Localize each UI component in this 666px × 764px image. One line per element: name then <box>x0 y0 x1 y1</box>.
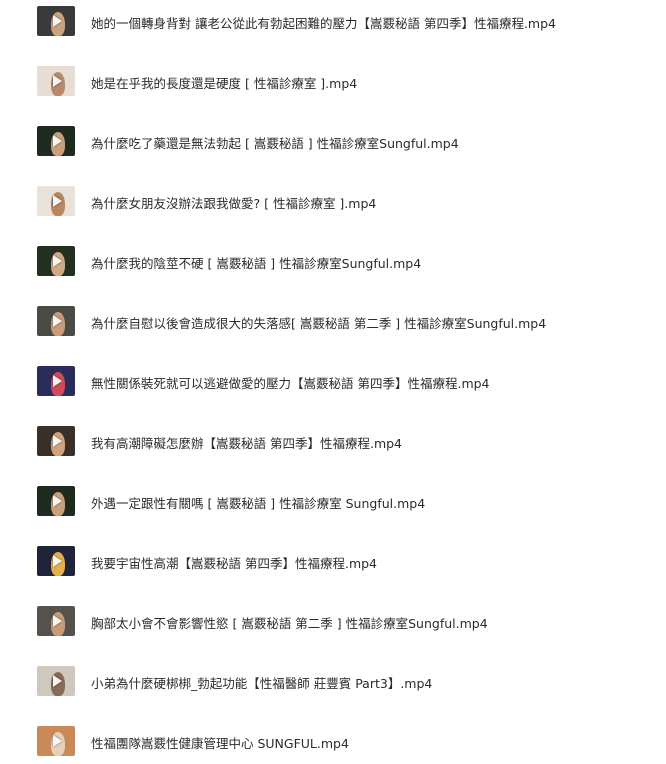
video-thumbnail-icon[interactable] <box>37 6 75 36</box>
file-row[interactable]: 無性關係裝死就可以逃避做愛的壓力【嵩覈秘語 第四季】性福療程.mp4 <box>0 360 666 404</box>
video-thumbnail-icon[interactable] <box>37 666 75 696</box>
file-row[interactable]: 我有高潮障礙怎麼辦【嵩覈秘語 第四季】性福療程.mp4 <box>0 420 666 464</box>
play-icon <box>53 15 62 27</box>
play-icon <box>53 195 62 207</box>
play-icon <box>53 75 62 87</box>
file-name[interactable]: 為什麼女朋友沒辦法跟我做愛? [ 性福診療室 ].mp4 <box>91 193 376 212</box>
file-name[interactable]: 我有高潮障礙怎麼辦【嵩覈秘語 第四季】性福療程.mp4 <box>91 433 402 452</box>
file-row[interactable]: 為什麼女朋友沒辦法跟我做愛? [ 性福診療室 ].mp4 <box>0 180 666 224</box>
play-icon <box>53 255 62 267</box>
file-row[interactable]: 性福團隊嵩覈性健康管理中心 SUNGFUL.mp4 <box>0 720 666 764</box>
video-thumbnail-icon[interactable] <box>37 306 75 336</box>
play-icon <box>53 135 62 147</box>
video-thumbnail-icon[interactable] <box>37 366 75 396</box>
play-icon <box>53 435 62 447</box>
play-icon <box>53 315 62 327</box>
play-icon <box>53 615 62 627</box>
file-name[interactable]: 我要宇宙性高潮【嵩覈秘語 第四季】性福療程.mp4 <box>91 553 377 572</box>
video-thumbnail-icon[interactable] <box>37 606 75 636</box>
file-row[interactable]: 她是在乎我的長度還是硬度 [ 性福診療室 ].mp4 <box>0 60 666 104</box>
play-icon <box>53 675 62 687</box>
video-thumbnail-icon[interactable] <box>37 726 75 756</box>
file-name[interactable]: 她的一個轉身背對 讓老公從此有勃起困難的壓力【嵩覈秘語 第四季】性福療程.mp4 <box>91 13 556 32</box>
file-name[interactable]: 性福團隊嵩覈性健康管理中心 SUNGFUL.mp4 <box>91 733 349 752</box>
play-icon <box>53 495 62 507</box>
file-name[interactable]: 為什麼我的陰莖不硬 [ 嵩覈秘語 ] 性福診療室Sungful.mp4 <box>91 253 421 272</box>
play-icon <box>53 735 62 747</box>
file-name[interactable]: 她是在乎我的長度還是硬度 [ 性福診療室 ].mp4 <box>91 73 357 92</box>
video-thumbnail-icon[interactable] <box>37 246 75 276</box>
file-row[interactable]: 為什麼自慰以後會造成很大的失落感[ 嵩覈秘語 第二季 ] 性福診療室Sungfu… <box>0 300 666 344</box>
file-name[interactable]: 無性關係裝死就可以逃避做愛的壓力【嵩覈秘語 第四季】性福療程.mp4 <box>91 373 490 392</box>
file-name[interactable]: 小弟為什麼硬梆梆_勃起功能【性福醫師 莊豐賓 Part3】.mp4 <box>91 673 432 692</box>
file-name[interactable]: 外遇一定跟性有關嗎 [ 嵩覈秘語 ] 性福診療室 Sungful.mp4 <box>91 493 425 512</box>
play-icon <box>53 375 62 387</box>
file-name[interactable]: 為什麼吃了藥還是無法勃起 [ 嵩覈秘語 ] 性福診療室Sungful.mp4 <box>91 133 459 152</box>
video-thumbnail-icon[interactable] <box>37 426 75 456</box>
video-thumbnail-icon[interactable] <box>37 186 75 216</box>
file-row[interactable]: 外遇一定跟性有關嗎 [ 嵩覈秘語 ] 性福診療室 Sungful.mp4 <box>0 480 666 524</box>
video-thumbnail-icon[interactable] <box>37 546 75 576</box>
file-row[interactable]: 她的一個轉身背對 讓老公從此有勃起困難的壓力【嵩覈秘語 第四季】性福療程.mp4 <box>0 0 666 44</box>
play-icon <box>53 555 62 567</box>
file-row[interactable]: 為什麼吃了藥還是無法勃起 [ 嵩覈秘語 ] 性福診療室Sungful.mp4 <box>0 120 666 164</box>
video-thumbnail-icon[interactable] <box>37 126 75 156</box>
video-thumbnail-icon[interactable] <box>37 486 75 516</box>
file-name[interactable]: 為什麼自慰以後會造成很大的失落感[ 嵩覈秘語 第二季 ] 性福診療室Sungfu… <box>91 313 546 332</box>
video-file-list: 她的一個轉身背對 讓老公從此有勃起困難的壓力【嵩覈秘語 第四季】性福療程.mp4… <box>0 0 666 756</box>
file-row[interactable]: 為什麼我的陰莖不硬 [ 嵩覈秘語 ] 性福診療室Sungful.mp4 <box>0 240 666 284</box>
video-thumbnail-icon[interactable] <box>37 66 75 96</box>
file-name[interactable]: 胸部太小會不會影響性慾 [ 嵩覈秘語 第二季 ] 性福診療室Sungful.mp… <box>91 613 488 632</box>
file-row[interactable]: 胸部太小會不會影響性慾 [ 嵩覈秘語 第二季 ] 性福診療室Sungful.mp… <box>0 600 666 644</box>
file-row[interactable]: 小弟為什麼硬梆梆_勃起功能【性福醫師 莊豐賓 Part3】.mp4 <box>0 660 666 704</box>
file-row[interactable]: 我要宇宙性高潮【嵩覈秘語 第四季】性福療程.mp4 <box>0 540 666 584</box>
